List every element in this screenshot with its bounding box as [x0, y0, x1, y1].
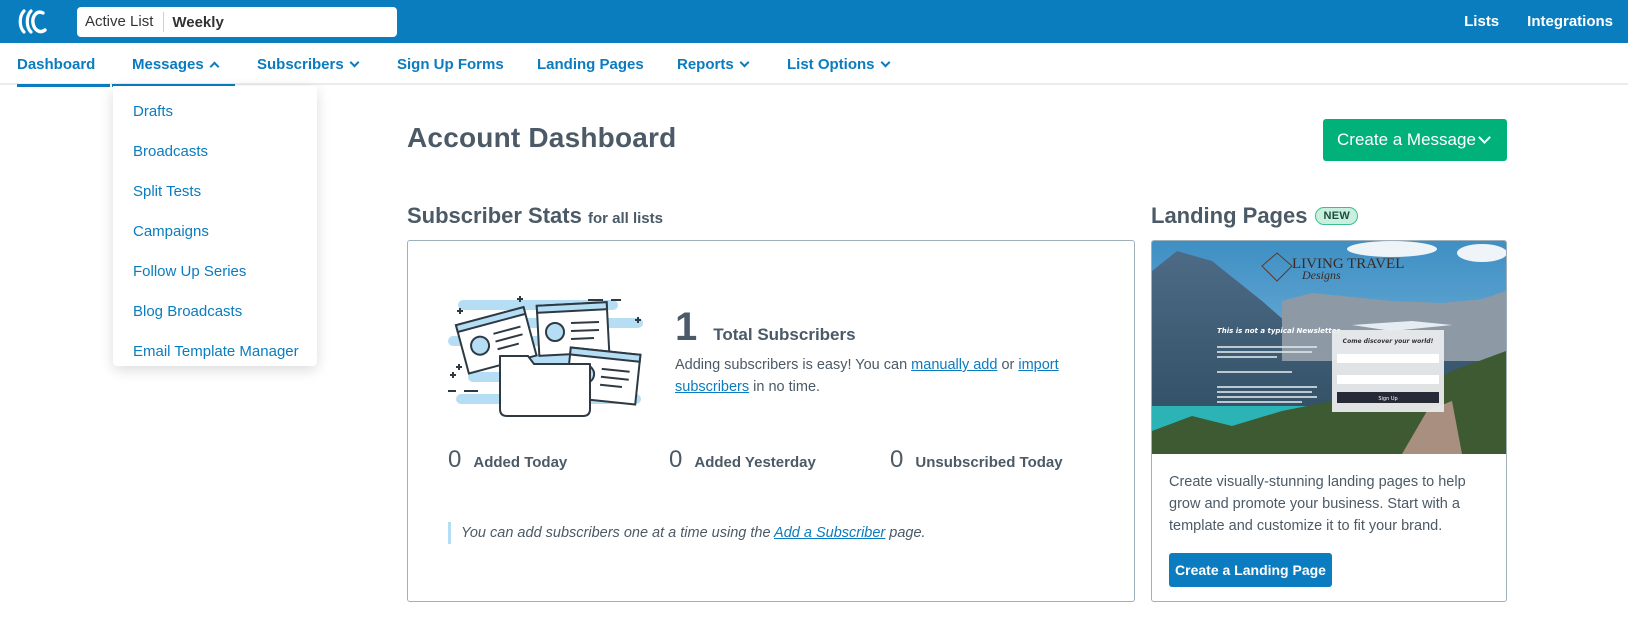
- menu-item-follow-up-series[interactable]: Follow Up Series: [113, 252, 317, 292]
- nav-reports-label: Reports: [677, 55, 734, 73]
- nav-sign-up-forms-label: Sign Up Forms: [397, 55, 504, 73]
- note-text: You can add subscribers one at a time us…: [461, 525, 775, 541]
- nav-messages-label: Messages: [132, 55, 204, 73]
- subscriber-stats-subtitle: for all lists: [587, 210, 663, 227]
- total-subscribers: 1 Total Subscribers: [675, 305, 856, 350]
- landing-pages-heading: Landing Pages NEW: [1151, 203, 1359, 229]
- menu-item-broadcasts[interactable]: Broadcasts: [113, 132, 317, 172]
- adding-text-or: or: [997, 357, 1019, 373]
- nav-list-options[interactable]: List Options: [787, 43, 890, 85]
- landing-pages-description: Create visually-stunning landing pages t…: [1169, 474, 1466, 534]
- nav-dashboard-label: Dashboard: [17, 55, 96, 73]
- preview-form-button: Sign Up: [1378, 396, 1397, 402]
- adding-subscribers-text: Adding subscribers is easy! You can manu…: [675, 354, 1075, 398]
- page-title: Account Dashboard: [407, 122, 677, 153]
- add-subscriber-note: You can add subscribers one at a time us…: [448, 522, 926, 544]
- main-nav: Dashboard Messages Subscribers Sign Up F…: [0, 43, 1628, 87]
- added-yesterday-label: Added Yesterday: [694, 454, 816, 471]
- create-message-button[interactable]: Create a Message: [1323, 119, 1507, 161]
- nav-subscribers[interactable]: Subscribers: [257, 43, 360, 85]
- create-message-label: Create a Message: [1337, 130, 1476, 149]
- chevron-down-icon: [739, 57, 750, 67]
- unsubscribed-today-label: Unsubscribed Today: [915, 454, 1063, 471]
- subscriber-stats-title: Subscriber Stats: [407, 203, 582, 228]
- menu-item-email-template-manager[interactable]: Email Template Manager: [113, 332, 317, 372]
- messages-dropdown-menu: Drafts Broadcasts Split Tests Campaigns …: [113, 86, 317, 366]
- create-landing-page-button[interactable]: Create a Landing Page: [1169, 553, 1332, 587]
- aweber-logo-icon[interactable]: [16, 8, 48, 35]
- added-today-stat: 0 Added Today: [448, 446, 567, 474]
- nav-list-options-label: List Options: [787, 55, 875, 73]
- active-list-value: Weekly: [172, 13, 224, 31]
- added-yesterday-stat: 0 Added Yesterday: [669, 446, 816, 474]
- chevron-up-icon: [209, 61, 220, 71]
- active-list-label: Active List: [77, 12, 165, 32]
- added-yesterday-value: 0: [669, 446, 683, 473]
- chevron-down-icon: [1478, 131, 1491, 144]
- menu-item-campaigns[interactable]: Campaigns: [113, 212, 317, 252]
- nav-subscribers-label: Subscribers: [257, 55, 344, 73]
- subscriber-stats-card: 1 Total Subscribers Adding subscribers i…: [407, 240, 1135, 602]
- active-list-selector[interactable]: Active List Weekly: [77, 7, 397, 37]
- adding-text-end: in no time.: [749, 379, 821, 395]
- integrations-link[interactable]: Integrations: [1527, 13, 1613, 30]
- nav-landing-pages[interactable]: Landing Pages: [537, 43, 644, 85]
- subscribers-folder-illustration: [448, 296, 643, 417]
- total-subscribers-label: Total Subscribers: [713, 325, 856, 344]
- new-badge: NEW: [1315, 207, 1359, 225]
- lists-link[interactable]: Lists: [1464, 13, 1499, 30]
- top-bar: Active List Weekly Lists Integrations: [0, 0, 1628, 43]
- add-a-subscriber-link[interactable]: Add a Subscriber: [774, 525, 885, 541]
- landing-pages-card: LIVING TRAVEL Designs This is not a typi…: [1151, 240, 1507, 602]
- adding-text: Adding subscribers is easy! You can: [675, 357, 912, 373]
- unsubscribed-today-stat: 0 Unsubscribed Today: [890, 446, 1063, 474]
- landing-page-preview-image: LIVING TRAVEL Designs This is not a typi…: [1152, 241, 1506, 454]
- note-text-end: page.: [885, 525, 926, 541]
- menu-item-split-tests[interactable]: Split Tests: [113, 172, 317, 212]
- added-today-label: Added Today: [473, 454, 568, 471]
- subscriber-stats-heading: Subscriber Stats for all lists: [407, 203, 663, 229]
- nav-reports[interactable]: Reports: [677, 43, 750, 85]
- nav-messages[interactable]: Messages: [112, 43, 235, 87]
- preview-form-title: Come discover your world!: [1343, 338, 1434, 345]
- preview-headline: This is not a typical Newsletter.: [1217, 327, 1341, 335]
- landing-pages-title: Landing Pages: [1151, 203, 1308, 228]
- preview-brand-sub: Designs: [1301, 268, 1341, 282]
- menu-item-blog-broadcasts[interactable]: Blog Broadcasts: [113, 292, 317, 332]
- menu-item-drafts[interactable]: Drafts: [113, 92, 317, 132]
- nav-sign-up-forms[interactable]: Sign Up Forms: [397, 43, 504, 85]
- chevron-down-icon: [880, 57, 890, 67]
- manually-add-link[interactable]: manually add: [911, 357, 997, 373]
- chevron-down-icon: [349, 57, 360, 67]
- total-subscribers-value: 1: [675, 305, 698, 349]
- nav-landing-pages-label: Landing Pages: [537, 55, 644, 73]
- added-today-value: 0: [448, 446, 462, 473]
- unsubscribed-today-value: 0: [890, 446, 904, 473]
- nav-dashboard[interactable]: Dashboard: [17, 43, 110, 87]
